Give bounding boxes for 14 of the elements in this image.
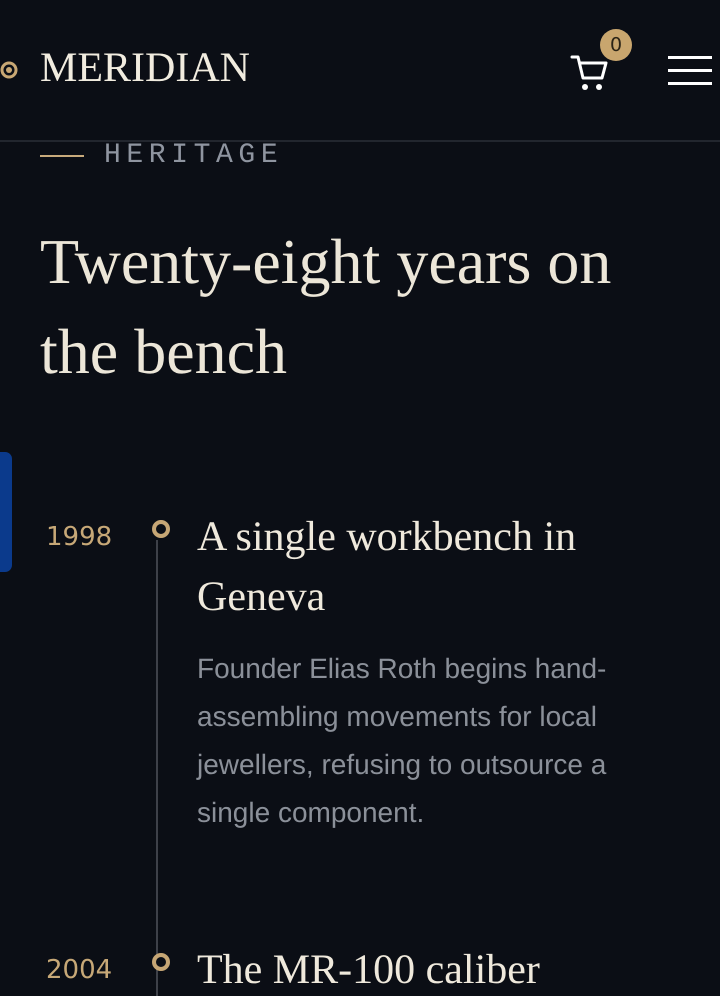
menu-button[interactable] (668, 54, 712, 86)
timeline-year: 2004 (46, 955, 112, 985)
section-heading: Twenty-eight years on the bench (40, 225, 612, 389)
logo-ring-icon (0, 61, 18, 79)
timeline-year: 1998 (46, 522, 112, 552)
section-eyebrow: HERITAGE (104, 142, 284, 170)
cart-button[interactable]: 0 (570, 29, 632, 93)
timeline-title: A single workbench in Geneva (197, 513, 578, 622)
menu-icon (668, 54, 712, 86)
timeline-description: Founder Elias Roth begins hand-assembling movements for local jewellers, refusing to outsource a single component. (197, 652, 608, 830)
timeline-title: The MR-100 caliber (197, 946, 541, 995)
eyebrow-line (40, 155, 84, 157)
brand-name: MERIDIAN (40, 44, 250, 93)
cart-count-badge: 0 (600, 29, 632, 61)
